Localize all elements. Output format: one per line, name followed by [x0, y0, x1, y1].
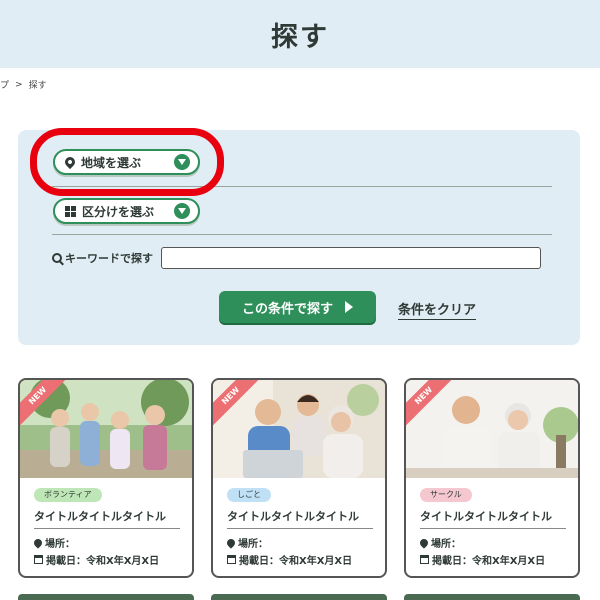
card-place: 場所： — [225, 535, 268, 550]
breadcrumb-item-current: 探す — [28, 81, 47, 91]
next-row-card-edge — [404, 594, 580, 600]
category-select-label: 区分けを選ぶ — [82, 204, 155, 219]
search-submit-button[interactable]: この条件で探す — [219, 291, 376, 323]
clear-conditions-link[interactable]: 条件をクリア — [398, 299, 477, 320]
keyword-row: キーワードで探す — [52, 247, 541, 269]
category-tag: しごと — [227, 488, 271, 502]
card-place: 場所： — [418, 535, 461, 550]
card-photo: NEW — [213, 380, 385, 478]
grid-icon — [65, 205, 76, 217]
page-title: 探す — [271, 21, 329, 53]
card-place-label: 場所： — [238, 539, 268, 550]
keyword-label: キーワードで探す — [52, 250, 153, 266]
card-photo: NEW — [20, 380, 192, 478]
card-title: タイトルタイトルタイトル — [34, 508, 180, 529]
result-card[interactable]: NEW ボランティア タイトルタイトルタイトル 場所： 掲載日：令和X年X月X日 — [18, 378, 194, 578]
page-header: 探す — [0, 0, 600, 68]
calendar-icon — [227, 555, 236, 564]
map-pin-icon — [418, 536, 430, 549]
category-tag: ボランティア — [34, 488, 102, 502]
card-date: 掲載日：令和X年X月X日 — [420, 552, 545, 567]
search-icon — [52, 253, 62, 263]
card-date: 掲載日：令和X年X月X日 — [34, 552, 159, 567]
card-place-label: 場所： — [45, 539, 75, 550]
search-submit-label: この条件で探す — [241, 301, 333, 317]
breadcrumb: プ > 探す — [0, 78, 47, 92]
card-date-label: 掲載日：令和X年X月X日 — [239, 556, 353, 567]
card-title: タイトルタイトルタイトル — [420, 508, 566, 529]
chevron-down-icon — [174, 203, 190, 219]
card-place-label: 場所： — [431, 539, 461, 550]
card-title: タイトルタイトルタイトル — [227, 508, 373, 529]
divider — [52, 234, 552, 235]
map-pin-icon — [32, 536, 44, 549]
play-arrow-icon — [345, 301, 353, 313]
keyword-label-text: キーワードで探す — [65, 252, 153, 265]
card-date-label: 掲載日：令和X年X月X日 — [432, 556, 546, 567]
keyword-input[interactable] — [161, 247, 541, 269]
category-select-button[interactable]: 区分けを選ぶ — [53, 198, 200, 224]
breadcrumb-separator: > — [15, 79, 23, 90]
calendar-icon — [34, 555, 43, 564]
category-tag: サークル — [420, 488, 472, 502]
highlight-annotation — [30, 128, 224, 196]
next-row-card-edge — [18, 594, 194, 600]
map-pin-icon — [225, 536, 237, 549]
calendar-icon — [420, 555, 429, 564]
card-date-label: 掲載日：令和X年X月X日 — [46, 556, 160, 567]
result-card[interactable]: NEW サークル タイトルタイトルタイトル 場所： 掲載日：令和X年X月X日 — [404, 378, 580, 578]
result-card[interactable]: NEW しごと タイトルタイトルタイトル 場所： 掲載日：令和X年X月X日 — [211, 378, 387, 578]
card-photo: NEW — [406, 380, 578, 478]
card-date: 掲載日：令和X年X月X日 — [227, 552, 352, 567]
breadcrumb-item-home[interactable]: プ — [0, 78, 9, 91]
card-place: 場所： — [32, 535, 75, 550]
next-row-card-edge — [211, 594, 387, 600]
